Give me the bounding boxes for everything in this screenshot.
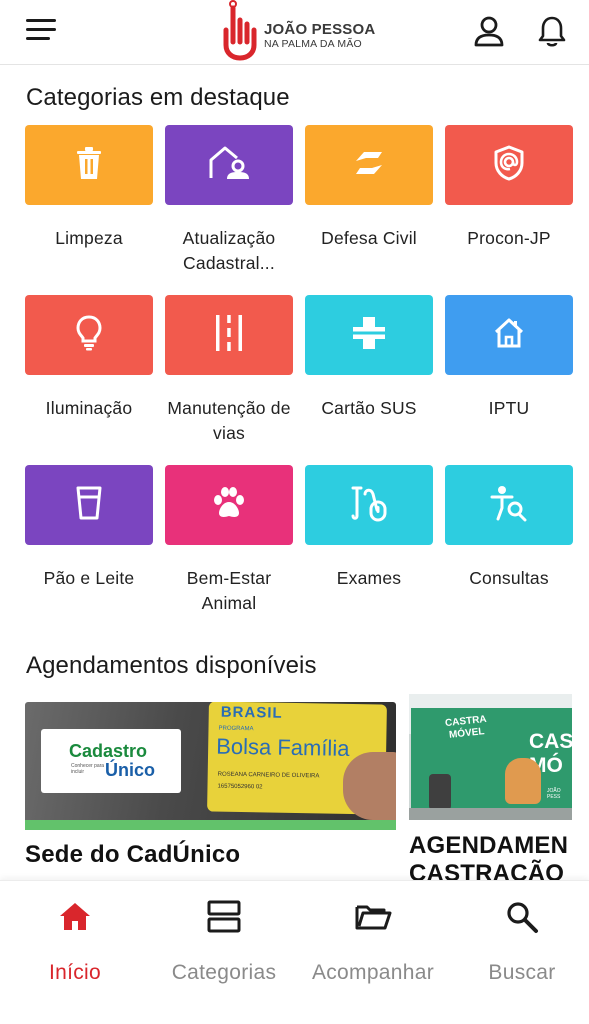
nav-acompanhar[interactable]: Acompanhar xyxy=(298,895,448,1005)
test-tube-icon xyxy=(349,484,389,527)
category-defesa-civil[interactable]: Defesa Civil xyxy=(305,125,433,251)
category-tile xyxy=(305,295,433,375)
category-tile xyxy=(165,295,293,375)
category-tile xyxy=(305,125,433,205)
category-label: Defesa Civil xyxy=(321,228,417,248)
category-tile xyxy=(165,125,293,205)
trash-icon xyxy=(74,145,104,186)
category-tile xyxy=(165,465,293,545)
category-label: Cartão SUS xyxy=(321,398,417,418)
hand-logo-icon xyxy=(223,0,257,61)
category-tile xyxy=(305,465,433,545)
nav-inicio[interactable]: Início xyxy=(0,895,150,1005)
category-consultas[interactable]: Consultas xyxy=(445,465,573,591)
logo-title: JOÃO PESSOA xyxy=(264,21,376,38)
category-label: Limpeza xyxy=(55,228,123,248)
shield-at-icon xyxy=(492,144,526,187)
schedule-card-castracao[interactable]: CASTRA MÓVEL CAS MÓ JOÃO PESS AGENDAMEN … xyxy=(409,694,589,880)
category-tile xyxy=(445,125,573,205)
defesa-civil-icon xyxy=(350,147,388,184)
category-label: Bem-Estar Animal xyxy=(186,568,272,613)
category-iptu[interactable]: IPTU xyxy=(445,295,573,421)
category-label: Manutenção de vias xyxy=(167,398,291,443)
castramovel-image: CASTRA MÓVEL CAS MÓ JOÃO PESS xyxy=(409,694,572,820)
category-tile xyxy=(25,465,153,545)
cadunico-image: Cadastro Conhecer para incluir Único BRA… xyxy=(25,702,396,820)
category-iluminacao[interactable]: Iluminação xyxy=(25,295,153,421)
person-search-icon xyxy=(489,484,529,527)
app-header: JOÃO PESSOA NA PALMA DA MÃO xyxy=(0,0,589,65)
nav-categorias[interactable]: Categorias xyxy=(149,895,299,1005)
featured-title: Categorias em destaque xyxy=(26,84,290,111)
category-atualizacao-cadastral[interactable]: Atualização Cadastral... xyxy=(165,125,293,276)
logo-subtitle: NA PALMA DA MÃO xyxy=(264,38,362,50)
home-icon xyxy=(57,899,93,940)
category-label: Iluminação xyxy=(45,398,133,418)
cadastro-unico-logo: Cadastro Conhecer para incluir Único xyxy=(41,729,181,793)
menu-icon[interactable] xyxy=(26,19,56,41)
category-label: Pão e Leite xyxy=(43,568,135,588)
nav-label: Início xyxy=(49,961,101,984)
cat-image xyxy=(505,758,541,804)
category-manutencao-de-vias[interactable]: Manutenção de vias xyxy=(165,295,293,446)
paw-icon xyxy=(210,485,248,526)
category-label: Procon-JP xyxy=(467,228,551,248)
bottom-navigation: Início Categorias Acompanhar Buscar xyxy=(0,880,589,1024)
category-label: Exames xyxy=(336,568,402,588)
category-tile xyxy=(25,125,153,205)
nav-label: Categorias xyxy=(171,961,277,984)
category-tile xyxy=(445,295,573,375)
nav-label: Buscar xyxy=(488,961,556,984)
card-title: Sede do CadÚnico xyxy=(25,841,241,868)
category-label: Consultas xyxy=(469,568,549,588)
category-tile xyxy=(445,465,573,545)
nav-buscar[interactable]: Buscar xyxy=(447,895,589,1005)
notifications-icon[interactable] xyxy=(535,14,569,48)
schedules-title: Agendamentos disponíveis xyxy=(26,652,317,679)
category-tile xyxy=(25,295,153,375)
search-icon xyxy=(504,899,540,940)
category-procon-jp[interactable]: Procon-JP xyxy=(445,125,573,251)
category-pao-e-leite[interactable]: Pão e Leite xyxy=(25,465,153,591)
category-bem-estar-animal[interactable]: Bem-Estar Animal xyxy=(165,465,293,616)
card-accent-bar xyxy=(25,820,396,830)
folder-icon xyxy=(354,899,392,940)
category-cartao-sus[interactable]: Cartão SUS xyxy=(305,295,433,421)
card-title: AGENDAMEN CASTRAÇÃO xyxy=(409,832,569,880)
profile-icon[interactable] xyxy=(472,14,506,48)
category-label: Atualização Cadastral... xyxy=(182,228,276,273)
road-icon xyxy=(212,313,246,358)
category-label: IPTU xyxy=(488,398,530,418)
nav-label: Acompanhar xyxy=(311,961,435,984)
glass-icon xyxy=(74,485,104,526)
home-user-icon xyxy=(207,144,251,187)
schedule-card-cadunico[interactable]: Cadastro Conhecer para incluir Único BRA… xyxy=(25,702,396,880)
category-exames[interactable]: Exames xyxy=(305,465,433,591)
hand-shape xyxy=(343,752,396,820)
categories-icon xyxy=(206,899,242,940)
app-logo: JOÃO PESSOA NA PALMA DA MÃO xyxy=(216,0,386,62)
house-icon xyxy=(492,316,526,355)
category-limpeza[interactable]: Limpeza xyxy=(25,125,153,251)
health-cross-icon xyxy=(350,314,388,357)
lightbulb-icon xyxy=(74,314,104,357)
